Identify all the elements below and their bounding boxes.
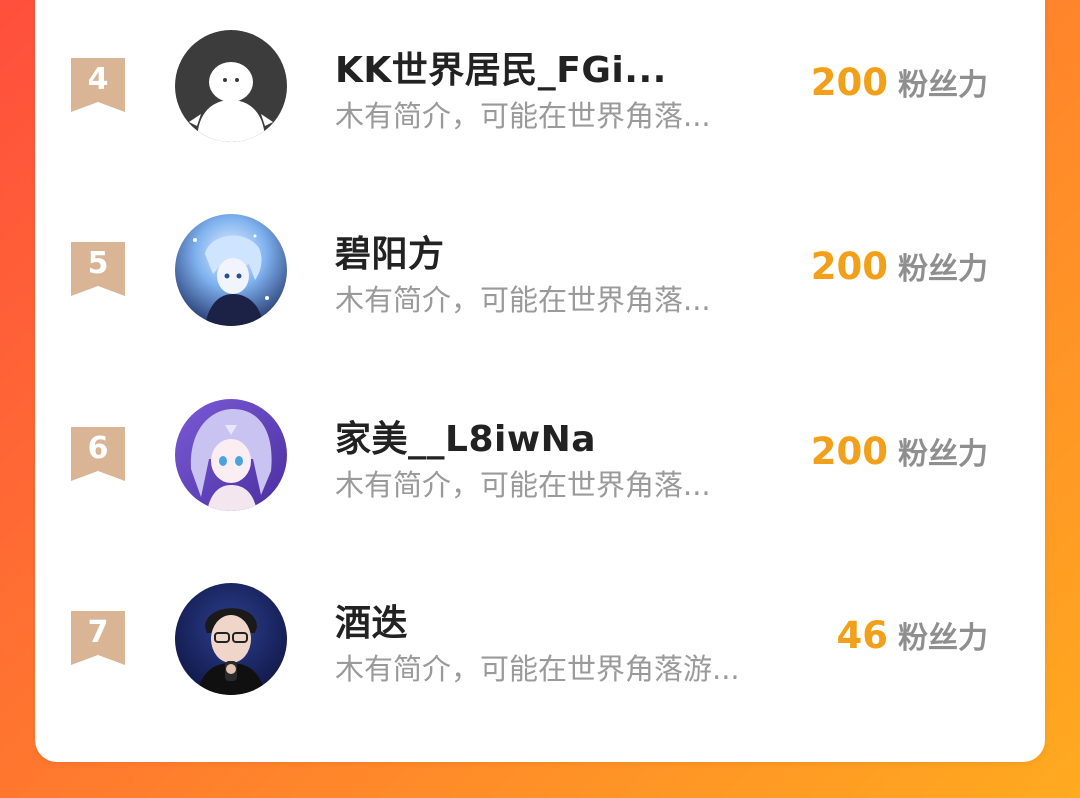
anime-girl-avatar [175, 399, 287, 511]
avatar[interactable] [175, 30, 287, 142]
rank-badge: 4 [71, 58, 125, 112]
avatar[interactable] [175, 399, 287, 511]
user-bio: 木有简介，可能在世界角落... [335, 468, 711, 502]
fans-number: 200 [810, 61, 888, 104]
ranking-card: 4 KK世界居民_FGi... 木有简介，可能在世界角落... 200 粉丝力 5 [35, 0, 1045, 762]
fans-number: 46 [836, 614, 889, 657]
user-name[interactable]: 碧阳方 [335, 225, 445, 277]
fans-score: 46 粉丝力 [837, 613, 989, 657]
rank-badge: 7 [71, 611, 125, 665]
fans-label: 粉丝力 [898, 621, 988, 656]
user-name[interactable]: 家美__L8iwNa [335, 410, 596, 462]
list-item[interactable]: 5 碧阳方 木有简介，可能在世界角落... 200 粉丝力 [35, 209, 1045, 359]
user-bio: 木有简介，可能在世界角落... [335, 283, 711, 317]
fans-score: 200 粉丝力 [811, 244, 988, 288]
avatar[interactable] [175, 583, 287, 695]
user-name[interactable]: 酒迭 [335, 594, 408, 646]
anime-boy-avatar [175, 214, 287, 326]
fans-label: 粉丝力 [898, 437, 988, 472]
user-bio: 木有简介，可能在世界角落... [335, 99, 711, 133]
user-name[interactable]: KK世界居民_FGi... [335, 41, 667, 93]
user-bio: 木有简介，可能在世界角落游... [335, 652, 740, 686]
rank-badge: 6 [71, 427, 125, 481]
fans-label: 粉丝力 [898, 68, 988, 103]
fans-label: 粉丝力 [898, 252, 988, 287]
default-avatar-icon [175, 30, 287, 142]
avatar[interactable] [175, 214, 287, 326]
list-item[interactable]: 7 酒迭 木有简介，可能在世界角落游... 46 粉丝力 [35, 578, 1045, 728]
photo-avatar [175, 583, 287, 695]
list-item[interactable]: 6 家美__L8iwNa 木有简介，可能在世界角落... 200 粉丝力 [35, 394, 1045, 544]
rank-number: 5 [87, 246, 109, 281]
rank-number: 4 [87, 62, 109, 97]
fans-score: 200 粉丝力 [811, 60, 988, 104]
fans-number: 200 [810, 430, 888, 473]
rank-number: 6 [87, 431, 109, 466]
rank-badge: 5 [71, 242, 125, 296]
fans-score: 200 粉丝力 [811, 429, 988, 473]
fans-number: 200 [810, 245, 888, 288]
rank-number: 7 [87, 615, 109, 650]
list-item[interactable]: 4 KK世界居民_FGi... 木有简介，可能在世界角落... 200 粉丝力 [35, 25, 1045, 175]
